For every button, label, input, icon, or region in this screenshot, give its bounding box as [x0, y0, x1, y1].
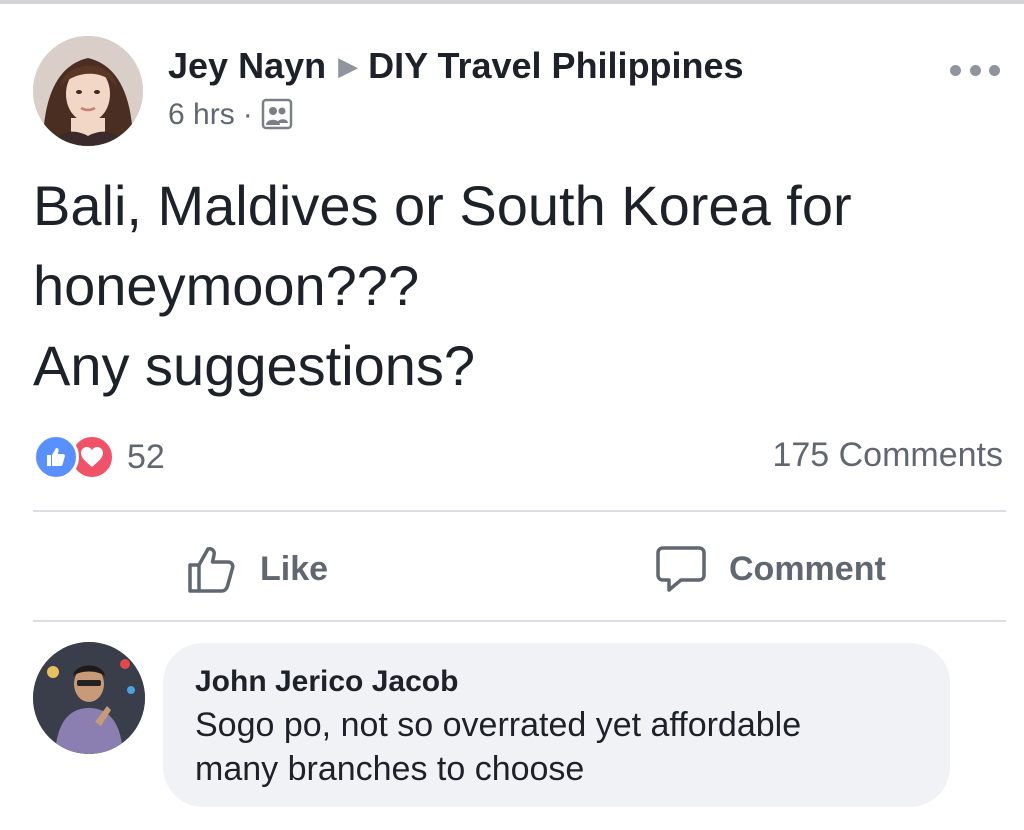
comment-author[interactable]: John Jerico Jacob	[195, 663, 918, 701]
commenter-avatar[interactable]	[33, 642, 145, 754]
author-avatar[interactable]	[33, 36, 143, 146]
thumbs-up-icon	[188, 547, 235, 593]
post-time[interactable]: 6 hrs	[168, 98, 235, 131]
post-text-line: honeymoon???	[33, 254, 420, 317]
post-text: Bali, Maldives or South Korea for honeym…	[33, 166, 993, 406]
like-reaction-icon	[33, 434, 79, 480]
group-name[interactable]: DIY Travel Philippines	[368, 45, 743, 86]
group-audience-icon	[261, 98, 292, 130]
post-meta: 6 hrs ·	[168, 96, 293, 134]
meta-separator: ·	[242, 98, 253, 131]
reaction-count: 52	[127, 437, 165, 476]
comment-text-line: many branches to choose	[195, 750, 585, 788]
speech-bubble-icon	[656, 546, 706, 592]
arrow-right-icon: ▶	[338, 51, 359, 81]
author-name[interactable]: Jey Nayn	[168, 45, 326, 86]
post-card: Jey Nayn ▶ DIY Travel Philippines 6 hrs · B…	[0, 0, 1024, 830]
reactions-summary[interactable]: 52	[33, 432, 165, 482]
like-label: Like	[260, 549, 329, 588]
comment-label: Comment	[729, 549, 886, 588]
comments-count[interactable]: 175 Comments	[772, 436, 1003, 475]
post-text-line: Any suggestions?	[33, 334, 476, 397]
more-options-icon[interactable]	[950, 58, 1000, 82]
comment-bubble[interactable]: John Jerico Jacob Sogo po, not so overra…	[163, 643, 950, 807]
post-header: Jey Nayn ▶ DIY Travel Philippines	[168, 44, 744, 88]
divider	[33, 510, 1006, 512]
comment-button[interactable]: Comment	[655, 540, 886, 598]
divider	[33, 620, 1006, 622]
post-text-line: Bali, Maldives or South Korea for	[33, 174, 852, 237]
comment-text: Sogo po, not so overrated yet affordable…	[195, 703, 918, 791]
comment-text-line: Sogo po, not so overrated yet affordable	[195, 706, 802, 744]
like-button[interactable]: Like	[186, 540, 328, 598]
